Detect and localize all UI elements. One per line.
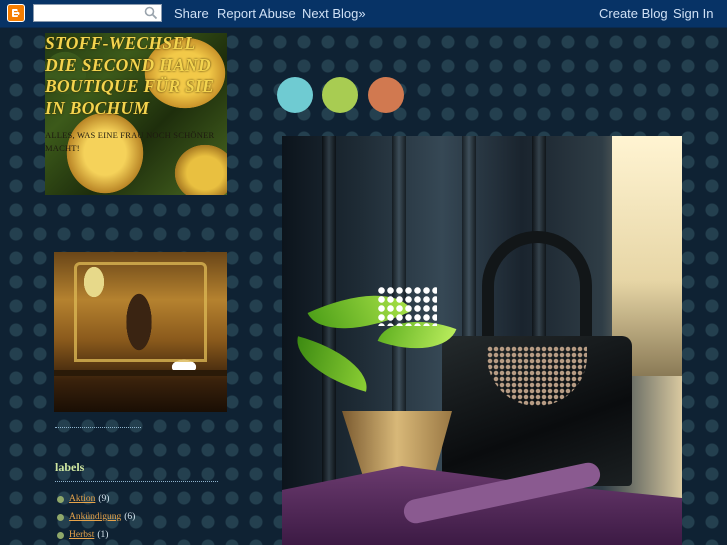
blog-title[interactable]: STOFF-WECHSEL DIE SECOND HAND BOUTIQUE F… xyxy=(45,33,227,119)
blogger-logo-icon[interactable] xyxy=(7,4,25,22)
decor-circle-orange xyxy=(368,77,404,113)
labels-divider xyxy=(55,481,218,482)
labels-list: Aktion (9) Ankündigung (6) Herbst (1) xyxy=(57,490,135,544)
sign-in-link[interactable]: Sign In xyxy=(673,6,713,21)
share-link[interactable]: Share xyxy=(174,6,209,21)
bullet-icon xyxy=(57,513,64,521)
label-link-herbst[interactable]: Herbst xyxy=(69,530,94,540)
bullet-icon xyxy=(57,495,64,503)
sidebar-boutique-image xyxy=(54,252,227,412)
label-link-aktion[interactable]: Aktion xyxy=(69,494,95,504)
search-input[interactable] xyxy=(33,4,162,22)
create-blog-link[interactable]: Create Blog xyxy=(599,6,668,21)
labels-heading: labels xyxy=(55,460,85,474)
search-icon[interactable] xyxy=(144,6,158,20)
sidebar-divider xyxy=(55,427,141,428)
label-item: Aktion (9) xyxy=(57,490,135,508)
post-image-handbags-shoes[interactable] xyxy=(282,136,682,545)
label-link-ankuendigung[interactable]: Ankündigung xyxy=(69,512,121,522)
mirror-frame xyxy=(74,262,207,362)
label-count: (9) xyxy=(98,494,110,504)
label-count: (6) xyxy=(124,512,136,522)
label-item: Ankündigung (6) xyxy=(57,508,135,526)
lily-of-the-valley xyxy=(377,286,437,326)
blog-description: ALLES, WAS EINE FRAU NOCH SCHÖNER MACHT! xyxy=(45,130,215,153)
label-item: Herbst (1) xyxy=(57,526,135,544)
label-count: (1) xyxy=(97,530,109,540)
decor-circle-green xyxy=(322,77,358,113)
shelf xyxy=(54,370,227,376)
next-blog-link[interactable]: Next Blog» xyxy=(302,6,366,21)
report-abuse-link[interactable]: Report Abuse xyxy=(217,6,296,21)
blogger-navbar: Share Report Abuse Next Blog» Create Blo… xyxy=(0,0,727,28)
bullet-icon xyxy=(57,531,64,539)
decor-circle-teal xyxy=(277,77,313,113)
